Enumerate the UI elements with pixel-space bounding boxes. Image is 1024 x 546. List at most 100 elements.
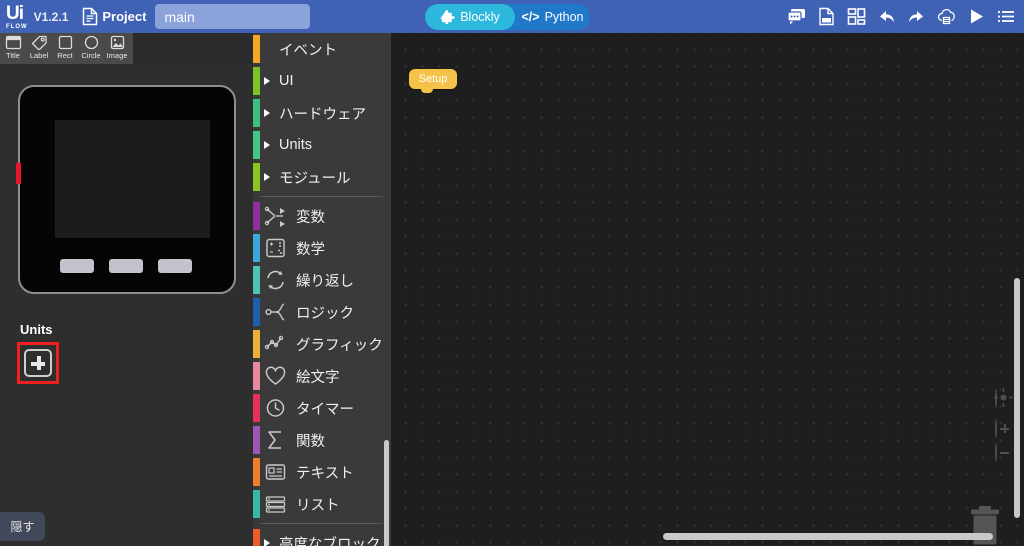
device-led <box>16 163 21 184</box>
category-list[interactable]: リスト <box>253 488 391 520</box>
category-variables[interactable]: 変数 <box>253 200 391 232</box>
category-label: グラフィック <box>296 337 383 354</box>
setup-block-label: Setup <box>418 73 448 85</box>
category-label: 関数 <box>296 433 325 450</box>
category-function[interactable]: 関数 <box>253 424 391 456</box>
project-label: Project <box>102 9 147 24</box>
project-name-input[interactable] <box>155 4 311 29</box>
hide-panel-button[interactable]: 隠す <box>0 512 45 541</box>
chevron-right-icon <box>264 539 270 546</box>
category-emoji[interactable]: 絵文字 <box>253 360 391 392</box>
chat-icon[interactable] <box>787 7 806 26</box>
add-unit-button[interactable] <box>17 342 59 384</box>
zoom-out-icon <box>995 443 1009 462</box>
widget-tool-rect[interactable]: Rect <box>52 33 78 66</box>
category-color-swatch <box>253 330 260 358</box>
redo-icon[interactable] <box>907 7 926 26</box>
logo-bottom-text: FLOW <box>6 23 28 30</box>
device-mockup[interactable] <box>16 85 236 294</box>
category-module[interactable]: モジュール <box>253 161 391 193</box>
loop-icon <box>264 269 288 291</box>
delete-block-trash[interactable] <box>968 506 1002 546</box>
rect-icon <box>57 35 74 50</box>
category-graphic[interactable]: グラフィック <box>253 328 391 360</box>
math-icon <box>264 237 288 259</box>
category-label: 繰り返し <box>296 273 354 290</box>
emoji-icon <box>264 365 288 387</box>
blockly-category-sidebar[interactable]: イベント UI ハードウェア Units モジュール 変数 数学 繰り返し ロジ… <box>253 33 391 546</box>
device-screen[interactable] <box>55 120 210 238</box>
undo-icon[interactable] <box>877 7 896 26</box>
widget-tool-label[interactable]: Label <box>26 33 52 66</box>
menu-icon[interactable] <box>997 7 1016 26</box>
trash-icon <box>971 506 999 545</box>
setup-block[interactable]: Setup <box>409 69 457 93</box>
mode-toggle[interactable]: Blockly </> Python <box>425 4 590 30</box>
category-label: 数学 <box>296 241 325 258</box>
widget-tool-circle-label: Circle <box>81 51 101 60</box>
category-label: 変数 <box>296 209 325 226</box>
run-icon[interactable] <box>967 7 986 26</box>
tab-blockly-label: Blockly <box>460 10 500 24</box>
zoom-in-button[interactable] <box>995 419 1009 438</box>
widget-tool-title[interactable]: Title <box>0 33 26 66</box>
center-workspace-icon <box>994 388 1014 408</box>
category-color-swatch <box>253 99 260 127</box>
widget-tool-image-label: Image <box>106 51 128 60</box>
circle-icon <box>83 35 100 50</box>
widget-tool-circle[interactable]: Circle <box>78 33 104 66</box>
zoom-in-icon <box>995 419 1009 438</box>
category-color-swatch <box>253 362 260 390</box>
graphic-icon <box>264 333 288 355</box>
units-section: Units <box>17 322 59 384</box>
blockly-workspace[interactable]: Setup <box>391 33 1024 546</box>
category-color-swatch <box>253 394 260 422</box>
category-label: ハードウェア <box>279 106 366 123</box>
app-header: Ui FLOW V1.2.1 Project main Blockly </> … <box>0 0 1024 33</box>
logo-top-text: Ui <box>6 2 24 24</box>
category-loop[interactable]: 繰り返し <box>253 264 391 296</box>
workspace-vertical-scrollbar[interactable] <box>1014 278 1020 518</box>
category-label: タイマー <box>296 401 354 418</box>
category-units[interactable]: Units <box>253 129 391 161</box>
center-workspace-button[interactable] <box>994 388 1014 408</box>
csv-file-icon[interactable] <box>817 7 836 26</box>
category-text[interactable]: テキスト <box>253 456 391 488</box>
tab-blockly[interactable]: Blockly <box>425 4 515 30</box>
logic-icon <box>264 301 288 323</box>
category-label: モジュール <box>279 170 351 187</box>
category-ui[interactable]: UI <box>253 65 391 97</box>
category-event[interactable]: イベント <box>253 33 391 65</box>
widget-tool-image[interactable]: Image <box>104 33 130 66</box>
layout-icon[interactable] <box>847 7 866 26</box>
workspace-horizontal-scrollbar[interactable] <box>663 533 993 540</box>
category-divider <box>261 523 383 524</box>
cloud-upload-icon[interactable] <box>937 7 956 26</box>
uiflow-app: Ui FLOW V1.2.1 Project main Blockly </> … <box>0 0 1024 546</box>
category-color-swatch <box>253 131 260 159</box>
canvas-widget-toolbar: Title Label Rect Circle Image <box>0 33 133 64</box>
device-button-a[interactable] <box>60 259 94 273</box>
category-logic[interactable]: ロジック <box>253 296 391 328</box>
image-icon <box>109 35 126 50</box>
code-tag-icon: </> <box>521 10 540 24</box>
tab-python[interactable]: </> Python <box>515 4 590 30</box>
category-hardware[interactable]: ハードウェア <box>253 97 391 129</box>
category-math[interactable]: 数学 <box>253 232 391 264</box>
label-icon <box>31 35 48 51</box>
category-advanced-blocks[interactable]: 高度なブロック <box>253 527 391 546</box>
category-label: UI <box>279 73 294 89</box>
category-timer[interactable]: タイマー <box>253 392 391 424</box>
category-label: Units <box>279 137 313 153</box>
category-divider <box>261 196 383 197</box>
device-button-b[interactable] <box>109 259 143 273</box>
units-title: Units <box>20 322 53 337</box>
sidebar-scrollbar[interactable] <box>384 440 389 546</box>
category-color-swatch <box>253 202 260 230</box>
tab-python-label: Python <box>544 10 584 24</box>
variables-icon <box>264 205 288 227</box>
category-label: リスト <box>296 497 340 514</box>
category-color-swatch <box>253 490 260 518</box>
device-button-c[interactable] <box>158 259 192 273</box>
zoom-out-button[interactable] <box>995 443 1009 462</box>
